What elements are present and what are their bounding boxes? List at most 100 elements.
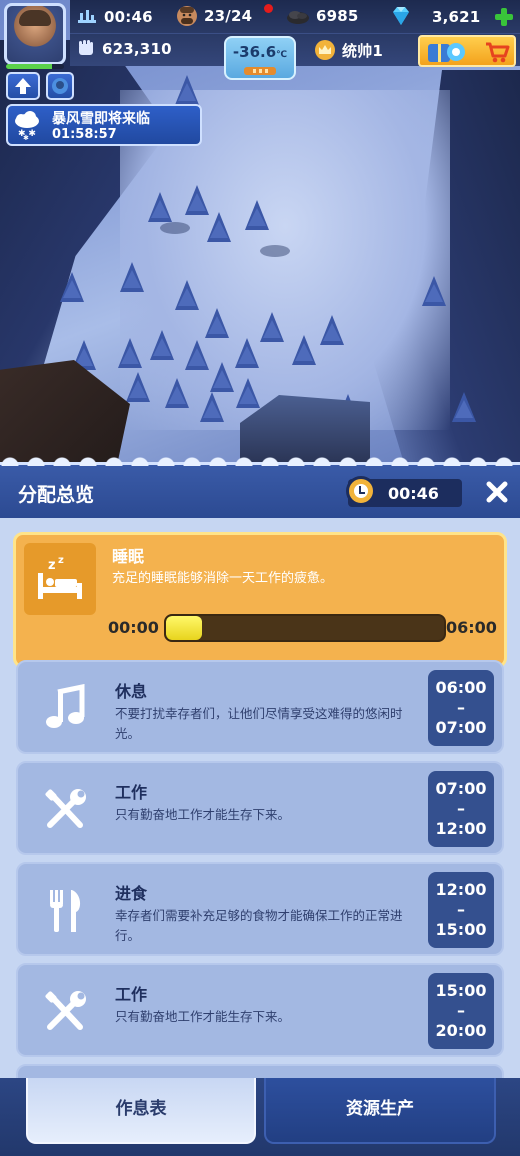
- temperature-indicator[interactable]: -36.6℃: [224, 36, 296, 80]
- schedule-description: 只有勤奋地工作才能生存下来。: [115, 1009, 291, 1024]
- schedule-title: 工作: [115, 985, 148, 1004]
- pine-tree: [236, 378, 260, 408]
- temperature-value: -36.6: [232, 43, 277, 61]
- clock-time: 00:46: [104, 8, 153, 26]
- active-schedule-title: 睡眠: [112, 547, 145, 566]
- hud-coal[interactable]: 6985: [286, 7, 359, 25]
- svg-text:z: z: [58, 555, 64, 566]
- schedule-description: 幸存者们需要补充足够的食物才能确保工作的正常进行。: [115, 908, 403, 943]
- pine-tree: [245, 200, 269, 230]
- pine-tree: [126, 372, 150, 402]
- pine-tree: [118, 338, 142, 368]
- schedule-dash: –: [457, 900, 465, 919]
- pine-tree: [120, 262, 144, 292]
- hero-portrait-button[interactable]: [46, 72, 74, 100]
- schedule-card[interactable]: 休息 不要打扰幸存者们，让他们尽情享受这难得的悠闲时光。 06:00 – 07:…: [16, 660, 504, 754]
- pine-tree: [292, 335, 316, 365]
- schedule-time-range: 06:00 – 07:00: [428, 670, 494, 746]
- schedule-title: 休息: [115, 682, 148, 701]
- schedule-start: 12:00: [435, 880, 487, 899]
- temperature-unit: ℃: [276, 50, 288, 60]
- player-avatar[interactable]: [4, 3, 66, 65]
- schedule-dash: –: [457, 799, 465, 818]
- survivor-face-icon: [176, 5, 198, 27]
- arrow-up-icon: [14, 77, 32, 95]
- hud-gems[interactable]: [390, 6, 412, 26]
- coal-count: 6985: [316, 7, 359, 25]
- panel-timer-value: 00:46: [388, 484, 439, 503]
- schedule-start: 15:00: [435, 981, 487, 1000]
- avatar-health-bar: [6, 64, 64, 69]
- fork-knife-icon: [40, 886, 90, 936]
- tree-shadow: [160, 222, 190, 234]
- pine-tree: [210, 362, 234, 392]
- schedule-progress-bar: [164, 614, 446, 642]
- allocation-panel-header: 分配总览 00:46: [0, 456, 520, 518]
- schedule-title: 工作: [115, 783, 148, 802]
- coal-icon: [286, 7, 310, 25]
- pine-tree: [205, 308, 229, 338]
- schedule-card[interactable]: 工作 只有勤奋地工作才能生存下来。 07:00 – 12:00: [16, 761, 504, 855]
- clock-icon: [346, 476, 376, 506]
- heat-level-icon: [244, 67, 276, 75]
- add-gems-button[interactable]: [493, 6, 515, 28]
- hud-clock[interactable]: 00:46: [76, 7, 153, 27]
- music-note-icon: [40, 683, 90, 734]
- schedule-card[interactable]: 工作 只有勤奋地工作才能生存下来。 15:00 – 20:00: [16, 963, 504, 1057]
- snow-cloud-icon: ✱ ✱ ✱: [12, 110, 42, 142]
- schedule-time-range: 07:00 – 12:00: [428, 771, 494, 847]
- hud-rank[interactable]: 统帅1: [314, 39, 383, 61]
- clock-hand: [359, 492, 365, 494]
- schedule-list[interactable]: z z 睡眠 充足的睡眠能够消除一天工作的疲惫。 00:00 06:00 休息 …: [0, 518, 520, 1078]
- close-icon: [486, 481, 508, 503]
- schedule-card-active[interactable]: z z 睡眠 充足的睡眠能够消除一天工作的疲惫。 00:00 06:00: [13, 532, 507, 668]
- shop-button[interactable]: [418, 35, 516, 67]
- schedule-progress-fill: [166, 616, 203, 640]
- power-value: 623,310: [102, 40, 172, 58]
- hero-face-icon: [51, 77, 69, 95]
- pine-tree: [148, 192, 172, 222]
- pine-tree: [260, 312, 284, 342]
- schedule-time-range: 15:00 – 20:00: [428, 973, 494, 1049]
- panel-title: 分配总览: [18, 484, 95, 506]
- schedule-card[interactable]: [16, 1064, 504, 1078]
- close-button[interactable]: [484, 479, 510, 505]
- pine-tree: [207, 212, 231, 242]
- gift-bundle-icon: [426, 38, 470, 64]
- blizzard-warning[interactable]: ✱ ✱ ✱ 暴风雪即将来临 01:58:57: [6, 104, 202, 146]
- pine-tree: [185, 340, 209, 370]
- schedule-time-range: 12:00 – 15:00: [428, 872, 494, 948]
- crown-badge-icon: [314, 39, 336, 61]
- schedule-start: 07:00: [435, 779, 487, 798]
- upgrade-button[interactable]: [6, 72, 40, 100]
- population-count: 23/24: [204, 7, 253, 25]
- schedule-description: 不要打扰幸存者们，让他们尽情享受这难得的悠闲时光。: [115, 706, 403, 741]
- pine-tree: [150, 330, 174, 360]
- tab-schedule[interactable]: 作息表: [26, 1078, 256, 1144]
- notification-dot: [264, 4, 273, 13]
- hud-power[interactable]: 623,310: [76, 39, 172, 59]
- schedule-end: 07:00: [435, 718, 487, 737]
- pine-tree: [165, 378, 189, 408]
- fist-power-icon: [76, 39, 96, 59]
- resource-bar: 00:46 23/24 6985 3,621: [70, 0, 520, 34]
- panel-timer: 00:46: [346, 476, 462, 507]
- pine-tree: [320, 315, 344, 345]
- schedule-start: 06:00: [435, 678, 487, 697]
- shopping-cart-icon: [484, 40, 510, 64]
- schedule-end: 15:00: [435, 920, 487, 939]
- pine-tree: [60, 272, 84, 302]
- blizzard-title: 暴风雪即将来临: [52, 111, 150, 127]
- camp-structure[interactable]: [0, 360, 130, 470]
- schedule-end: 12:00: [435, 819, 487, 838]
- pine-tree: [200, 392, 224, 422]
- pine-tree: [175, 280, 199, 310]
- schedule-card[interactable]: 进食 幸存者们需要补充足够的食物才能确保工作的正常进行。 12:00 – 15:…: [16, 862, 504, 956]
- schedule-dash: –: [457, 698, 465, 717]
- hud-population[interactable]: 23/24: [176, 5, 252, 27]
- schedule-title: 进食: [115, 884, 148, 903]
- avatar-hair: [19, 10, 51, 26]
- rank-label: 统帅1: [342, 41, 384, 60]
- schedule-dash: –: [457, 1001, 465, 1020]
- tab-resource-production[interactable]: 资源生产: [264, 1078, 496, 1144]
